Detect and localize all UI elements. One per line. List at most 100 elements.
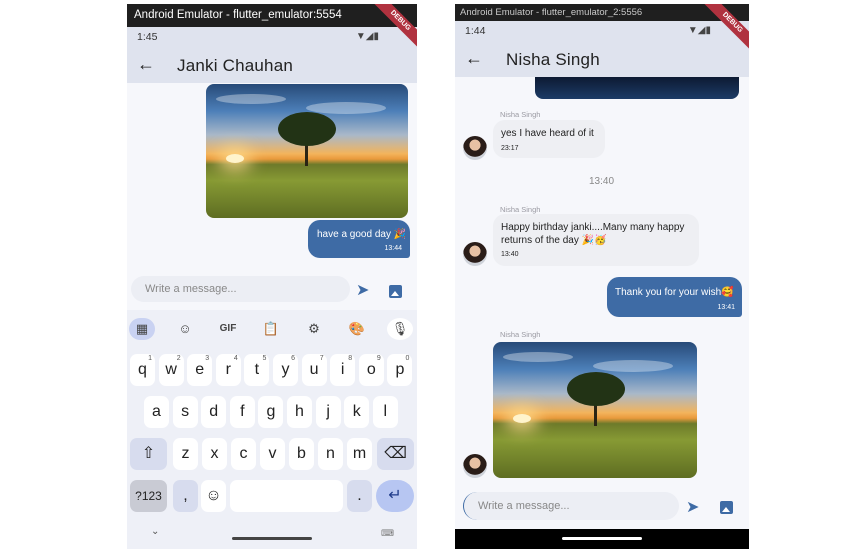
message-text: Thank you for your wish🥰 (615, 287, 734, 298)
signal-battery-icon: ▼◢▮ (355, 31, 379, 42)
key-e[interactable]: e3 (187, 354, 213, 386)
avatar[interactable] (463, 242, 487, 266)
key-number-hint: 8 (348, 355, 353, 362)
key-d[interactable]: d (201, 396, 227, 428)
key-f[interactable]: f (229, 396, 255, 428)
hide-keyboard-icon[interactable]: ⌄ (151, 526, 159, 537)
image-picker-icon[interactable] (720, 501, 733, 514)
key-label: q (138, 361, 147, 378)
message-bubble-outgoing[interactable]: have a good day 🎉 13:44 (308, 220, 410, 258)
photo-cloud (216, 94, 286, 104)
key-t[interactable]: t5 (244, 354, 270, 386)
status-bar: 1:45 ▼◢▮ (127, 27, 417, 47)
key-q[interactable]: q1 (130, 354, 155, 386)
image-message[interactable] (206, 84, 408, 218)
key-n[interactable]: n (318, 438, 343, 470)
key-p[interactable]: p0 (387, 354, 413, 386)
key-number-hint: 2 (176, 355, 181, 362)
space-key[interactable] (230, 480, 343, 512)
avatar[interactable] (463, 454, 487, 478)
emoji-key[interactable]: ☺ (201, 480, 226, 512)
apps-grid-icon[interactable]: ▦ (129, 318, 155, 340)
key-u[interactable]: u7 (301, 354, 327, 386)
key-c[interactable]: c (231, 438, 256, 470)
comma-key[interactable]: , (173, 480, 198, 512)
key-label: r (225, 361, 231, 378)
key-b[interactable]: b (289, 438, 314, 470)
clipboard-icon[interactable]: 📋 (258, 318, 284, 340)
nav-bar (455, 529, 749, 549)
status-time: 1:45 (137, 31, 158, 43)
key-label: o (366, 361, 376, 378)
key-number-hint: 3 (205, 355, 210, 362)
message-time: 13:44 (384, 245, 402, 252)
message-bubble-incoming[interactable]: Happy birthday janki....Many many happy … (493, 214, 699, 266)
send-icon[interactable]: ➤ (686, 497, 699, 517)
key-i[interactable]: i8 (330, 354, 356, 386)
microphone-icon[interactable]: 🎙 (387, 318, 413, 340)
photo-cloud (306, 102, 386, 114)
key-a[interactable]: a (144, 396, 169, 428)
nav-gesture-handle[interactable] (232, 537, 312, 540)
key-label: y (281, 361, 290, 378)
status-time: 1:44 (465, 25, 486, 37)
back-arrow-icon[interactable]: ← (137, 54, 155, 75)
key-m[interactable]: m (347, 438, 372, 470)
keyboard-switch-icon[interactable]: ⌨ (381, 528, 394, 539)
backspace-key[interactable]: ⌫ (377, 438, 414, 470)
image-message-partial[interactable] (535, 77, 739, 99)
key-z[interactable]: z (173, 438, 198, 470)
key-l[interactable]: l (372, 396, 398, 428)
key-number-hint: 4 (233, 355, 238, 362)
photo-sun (513, 414, 531, 423)
status-bar: 1:44 ▼◢▮ (455, 21, 749, 41)
sender-name: Nisha Singh (500, 110, 541, 119)
gif-button[interactable]: GIF (215, 318, 241, 340)
image-message[interactable] (493, 342, 697, 478)
message-input[interactable]: Write a message... (131, 276, 350, 302)
key-v[interactable]: v (260, 438, 285, 470)
emulator-window-left: Android Emulator - flutter_emulator:5554… (127, 4, 417, 549)
key-label: w (165, 361, 177, 378)
message-input[interactable]: Write a message... (463, 492, 679, 520)
nav-gesture-handle[interactable] (562, 537, 642, 540)
back-arrow-icon[interactable]: ← (465, 48, 483, 69)
message-bubble-incoming[interactable]: yes I have heard of it 23:17 (493, 120, 605, 158)
message-time: 13:40 (501, 251, 519, 258)
photo-cloud (593, 360, 673, 372)
key-g[interactable]: g (258, 396, 284, 428)
on-screen-keyboard: ▦ ☺ GIF 📋 ⚙ 🎨 🎙 q1w2e3r4t5y6u7i8o9p0 asd… (127, 310, 417, 549)
key-label: p (395, 361, 405, 378)
key-k[interactable]: k (344, 396, 370, 428)
shift-key[interactable]: ⇧ (130, 438, 167, 470)
message-text-line-1: Happy birthday janki....Many many happy (501, 222, 685, 233)
message-time: 13:41 (717, 304, 735, 311)
avatar[interactable] (463, 136, 487, 160)
key-s[interactable]: s (172, 396, 198, 428)
photo-tree-crown (278, 112, 336, 146)
key-j[interactable]: j (315, 396, 341, 428)
sender-name: Nisha Singh (500, 330, 541, 339)
key-x[interactable]: x (202, 438, 227, 470)
key-y[interactable]: y6 (273, 354, 298, 386)
app-bar: ← Janki Chauhan (127, 47, 417, 83)
sender-name: Nisha Singh (500, 205, 541, 214)
send-icon[interactable]: ➤ (356, 280, 369, 300)
key-label: t (254, 361, 260, 378)
symbols-key[interactable]: ?123 (130, 480, 167, 512)
key-h[interactable]: h (287, 396, 312, 428)
key-label: u (309, 361, 319, 378)
key-number-hint: 5 (262, 355, 267, 362)
sticker-icon[interactable]: ☺ (172, 318, 198, 340)
palette-icon[interactable]: 🎨 (344, 318, 370, 340)
key-r[interactable]: r4 (215, 354, 241, 386)
message-bubble-outgoing[interactable]: Thank you for your wish🥰 13:41 (607, 277, 742, 317)
chat-title: Janki Chauhan (177, 56, 294, 75)
key-w[interactable]: w2 (158, 354, 184, 386)
signal-battery-icon: ▼◢▮ (687, 25, 711, 36)
key-o[interactable]: o9 (358, 354, 384, 386)
settings-gear-icon[interactable]: ⚙ (301, 318, 327, 340)
period-key[interactable]: . (347, 480, 372, 512)
image-picker-icon[interactable] (389, 285, 402, 298)
enter-key[interactable]: ↵ (376, 480, 414, 512)
